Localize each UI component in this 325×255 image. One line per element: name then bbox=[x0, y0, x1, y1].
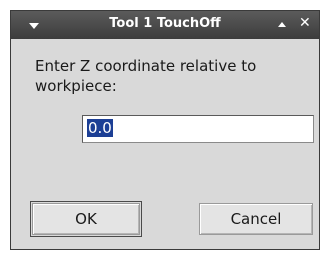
window-title: Tool 1 TouchOff bbox=[109, 16, 221, 31]
cancel-button[interactable]: Cancel bbox=[199, 203, 313, 235]
close-icon[interactable]: ✕ bbox=[299, 15, 311, 31]
maximize-icon[interactable] bbox=[278, 22, 286, 27]
prompt-label: Enter Z coordinate relative to workpiece… bbox=[35, 57, 257, 95]
touchoff-dialog: Tool 1 TouchOff ✕ Enter Z coordinate rel… bbox=[10, 10, 320, 250]
title-bar[interactable]: Tool 1 TouchOff ✕ bbox=[11, 11, 319, 39]
z-coordinate-input[interactable]: 0.0 bbox=[82, 115, 314, 143]
ok-button[interactable]: OK bbox=[30, 201, 142, 237]
input-value-text: 0.0 bbox=[87, 119, 113, 137]
